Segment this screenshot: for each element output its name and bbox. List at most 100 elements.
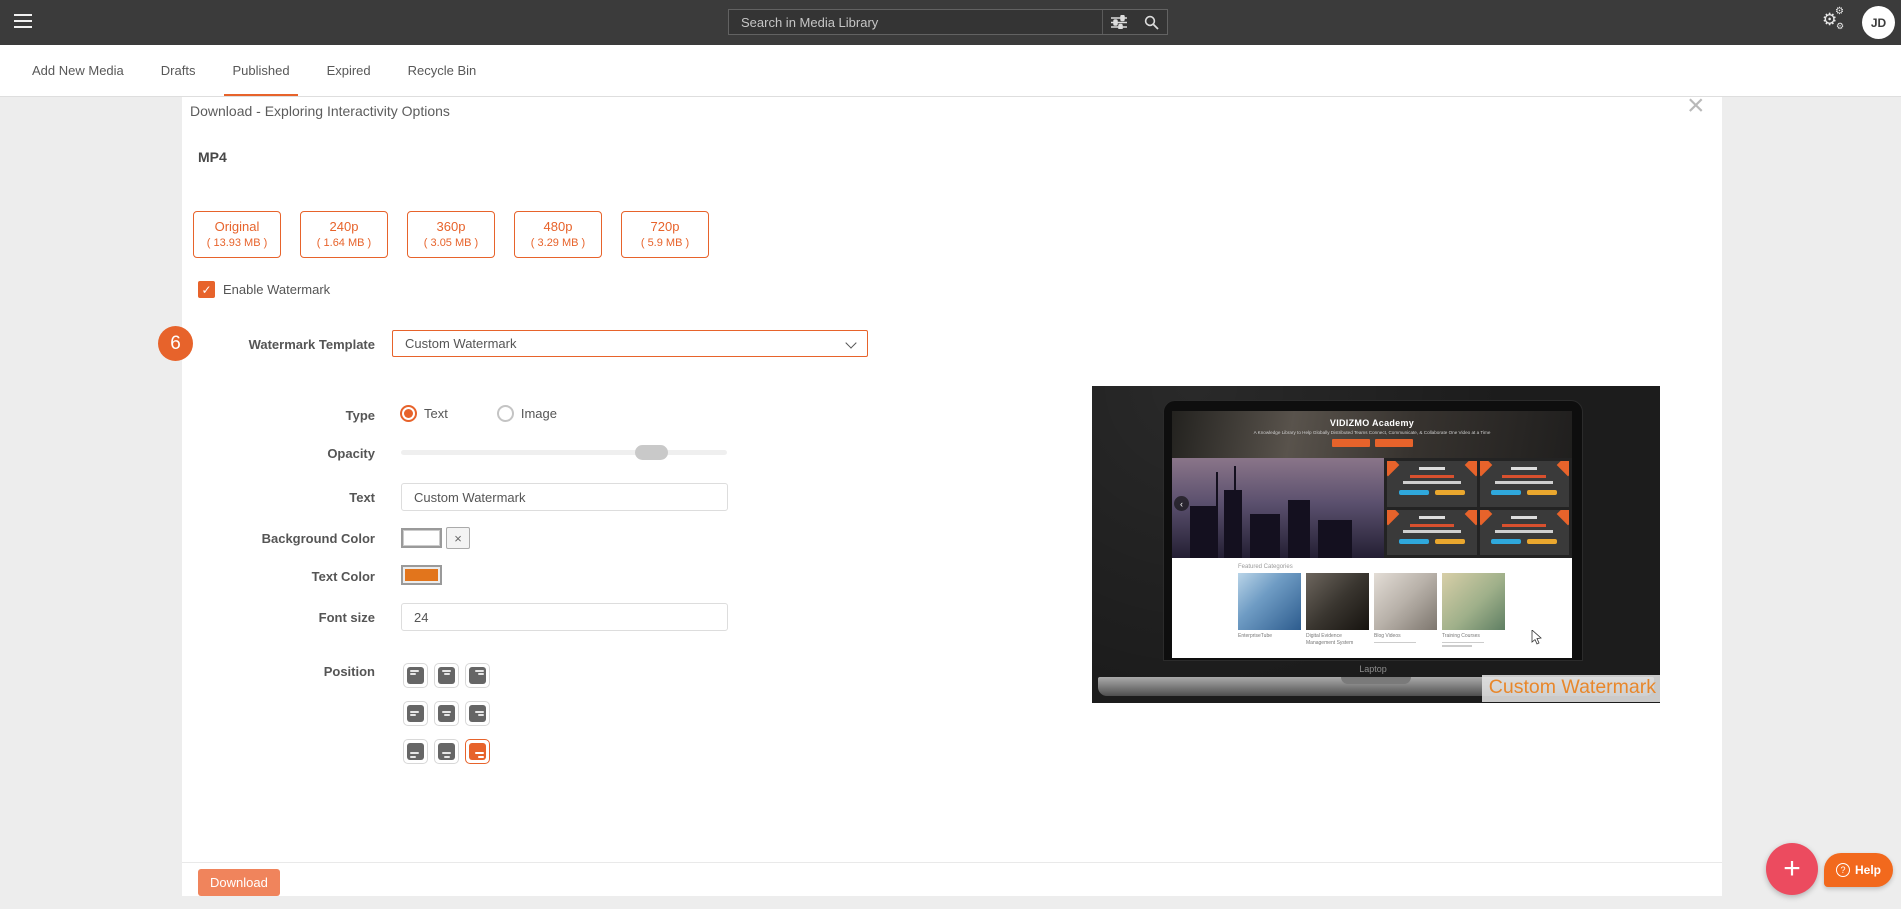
- opacity-slider-thumb[interactable]: [635, 445, 668, 460]
- watermark-text-label: Text: [182, 490, 375, 505]
- background-color-swatch[interactable]: [401, 528, 442, 548]
- admin-settings-icon[interactable]: ⚙⚙⚙: [1822, 8, 1852, 38]
- preview-carousel: ‹: [1172, 458, 1572, 558]
- watermark-template-label: Watermark Template: [182, 337, 375, 352]
- quality-size: ( 1.64 MB ): [301, 237, 387, 249]
- help-label: Help: [1855, 863, 1881, 877]
- position-top-center-button[interactable]: [434, 663, 459, 688]
- clear-background-color-button[interactable]: ×: [446, 527, 470, 549]
- carousel-prev-icon: ‹: [1174, 496, 1189, 511]
- type-label: Type: [182, 408, 375, 423]
- quality-label: Original: [194, 219, 280, 234]
- library-tab-bar: Add New Media Drafts Published Expired R…: [0, 45, 1901, 97]
- quality-label: 360p: [408, 219, 494, 234]
- featured-category: EnterpriseTube: [1238, 573, 1301, 647]
- close-icon[interactable]: ×: [1687, 91, 1705, 121]
- download-button[interactable]: Download: [198, 869, 280, 896]
- category-thumbnail: [1306, 573, 1369, 630]
- type-radio-group: Text Image: [400, 405, 557, 422]
- carousel-card: [1480, 510, 1570, 556]
- chevron-down-icon: [845, 337, 856, 348]
- search-icon[interactable]: [1135, 10, 1167, 34]
- position-middle-center-button[interactable]: [434, 701, 459, 726]
- quality-options: Original ( 13.93 MB ) 240p ( 1.64 MB ) 3…: [193, 211, 709, 258]
- quality-label: 240p: [301, 219, 387, 234]
- preview-site-tagline: A Knowledge Library to Help Globally Dis…: [1188, 430, 1556, 436]
- quality-240p-button[interactable]: 240p ( 1.64 MB ): [300, 211, 388, 258]
- tab-add-new-media[interactable]: Add New Media: [24, 45, 132, 96]
- position-top-left-button[interactable]: [403, 663, 428, 688]
- quality-size: ( 13.93 MB ): [194, 237, 280, 249]
- search-input[interactable]: [729, 10, 1102, 34]
- position-label: Position: [182, 664, 375, 679]
- quality-original-button[interactable]: Original ( 13.93 MB ): [193, 211, 281, 258]
- preview-site-title: VIDIZMO Academy: [1172, 411, 1572, 428]
- preview-skyline-photo: [1172, 458, 1384, 558]
- quality-720p-button[interactable]: 720p ( 5.9 MB ): [621, 211, 709, 258]
- quality-480p-button[interactable]: 480p ( 3.29 MB ): [514, 211, 602, 258]
- preview-hero-button: [1375, 439, 1413, 447]
- question-mark-icon: ?: [1836, 863, 1850, 877]
- tab-published[interactable]: Published: [224, 45, 297, 96]
- quality-label: 720p: [622, 219, 708, 234]
- mouse-cursor-icon: [1531, 630, 1542, 645]
- category-thumbnail: [1238, 573, 1301, 630]
- category-label: Digital Evidence Management System: [1306, 633, 1369, 646]
- featured-category: Training Courses: [1442, 573, 1505, 647]
- watermark-template-select[interactable]: Custom Watermark: [392, 330, 868, 357]
- type-image-radio[interactable]: [497, 405, 514, 422]
- tab-drafts[interactable]: Drafts: [153, 45, 204, 96]
- background-color-label: Background Color: [182, 531, 375, 546]
- category-thumbnail: [1442, 573, 1505, 630]
- type-image-label: Image: [521, 406, 557, 421]
- hamburger-menu-icon[interactable]: [14, 14, 34, 30]
- watermark-template-value: Custom Watermark: [405, 336, 516, 351]
- type-text-radio[interactable]: [400, 405, 417, 422]
- watermark-preview: VIDIZMO Academy A Knowledge Library to H…: [1092, 386, 1660, 703]
- preview-site-header: VIDIZMO Academy A Knowledge Library to H…: [1172, 411, 1572, 458]
- featured-thumbnails: EnterpriseTube Digital Evidence Manageme…: [1238, 573, 1505, 647]
- position-middle-right-button[interactable]: [465, 701, 490, 726]
- enable-watermark-checkbox[interactable]: ✓: [198, 281, 215, 298]
- position-top-right-button[interactable]: [465, 663, 490, 688]
- featured-category: Digital Evidence Management System: [1306, 573, 1369, 647]
- laptop-screen: VIDIZMO Academy A Knowledge Library to H…: [1172, 411, 1572, 658]
- preview-hero-buttons: [1172, 439, 1572, 447]
- category-thumbnail: [1374, 573, 1437, 630]
- font-size-input[interactable]: [401, 603, 728, 631]
- top-bar: ⚙⚙⚙ JD: [0, 0, 1901, 45]
- download-dialog: Download - Exploring Interactivity Optio…: [182, 97, 1722, 896]
- watermark-text-input[interactable]: [401, 483, 728, 511]
- opacity-slider-track[interactable]: [401, 450, 727, 455]
- carousel-card: [1387, 510, 1477, 556]
- add-media-fab[interactable]: +: [1766, 843, 1818, 895]
- position-bottom-center-button[interactable]: [434, 739, 459, 764]
- quality-360p-button[interactable]: 360p ( 3.05 MB ): [407, 211, 495, 258]
- filter-tune-icon[interactable]: [1103, 10, 1135, 34]
- position-bottom-right-button[interactable]: [465, 739, 490, 764]
- tab-expired[interactable]: Expired: [319, 45, 379, 96]
- text-color-swatch[interactable]: [401, 565, 442, 585]
- quality-label: 480p: [515, 219, 601, 234]
- watermark-overlay-text: Custom Watermark: [1489, 676, 1656, 698]
- format-label: MP4: [198, 149, 227, 165]
- category-label: EnterpriseTube: [1238, 633, 1301, 640]
- category-label: Training Courses: [1442, 633, 1505, 640]
- opacity-label: Opacity: [182, 446, 375, 461]
- preview-cards: [1384, 458, 1572, 558]
- laptop-label: Laptop: [1163, 664, 1583, 674]
- enable-watermark-row: ✓ Enable Watermark: [198, 281, 330, 298]
- text-color-label: Text Color: [182, 569, 375, 584]
- text-color-control: [401, 565, 442, 585]
- position-grid: [403, 663, 523, 777]
- preview-featured-section: Featured Categories EnterpriseTube Digit…: [1172, 558, 1572, 658]
- position-middle-left-button[interactable]: [403, 701, 428, 726]
- user-avatar[interactable]: JD: [1862, 6, 1895, 39]
- step-badge: 6: [158, 326, 193, 361]
- featured-category: Blog Videos: [1374, 573, 1437, 647]
- position-bottom-left-button[interactable]: [403, 739, 428, 764]
- quality-size: ( 3.05 MB ): [408, 237, 494, 249]
- dialog-title: Download - Exploring Interactivity Optio…: [190, 103, 450, 119]
- tab-recycle-bin[interactable]: Recycle Bin: [400, 45, 485, 96]
- help-button[interactable]: ? Help: [1824, 853, 1893, 887]
